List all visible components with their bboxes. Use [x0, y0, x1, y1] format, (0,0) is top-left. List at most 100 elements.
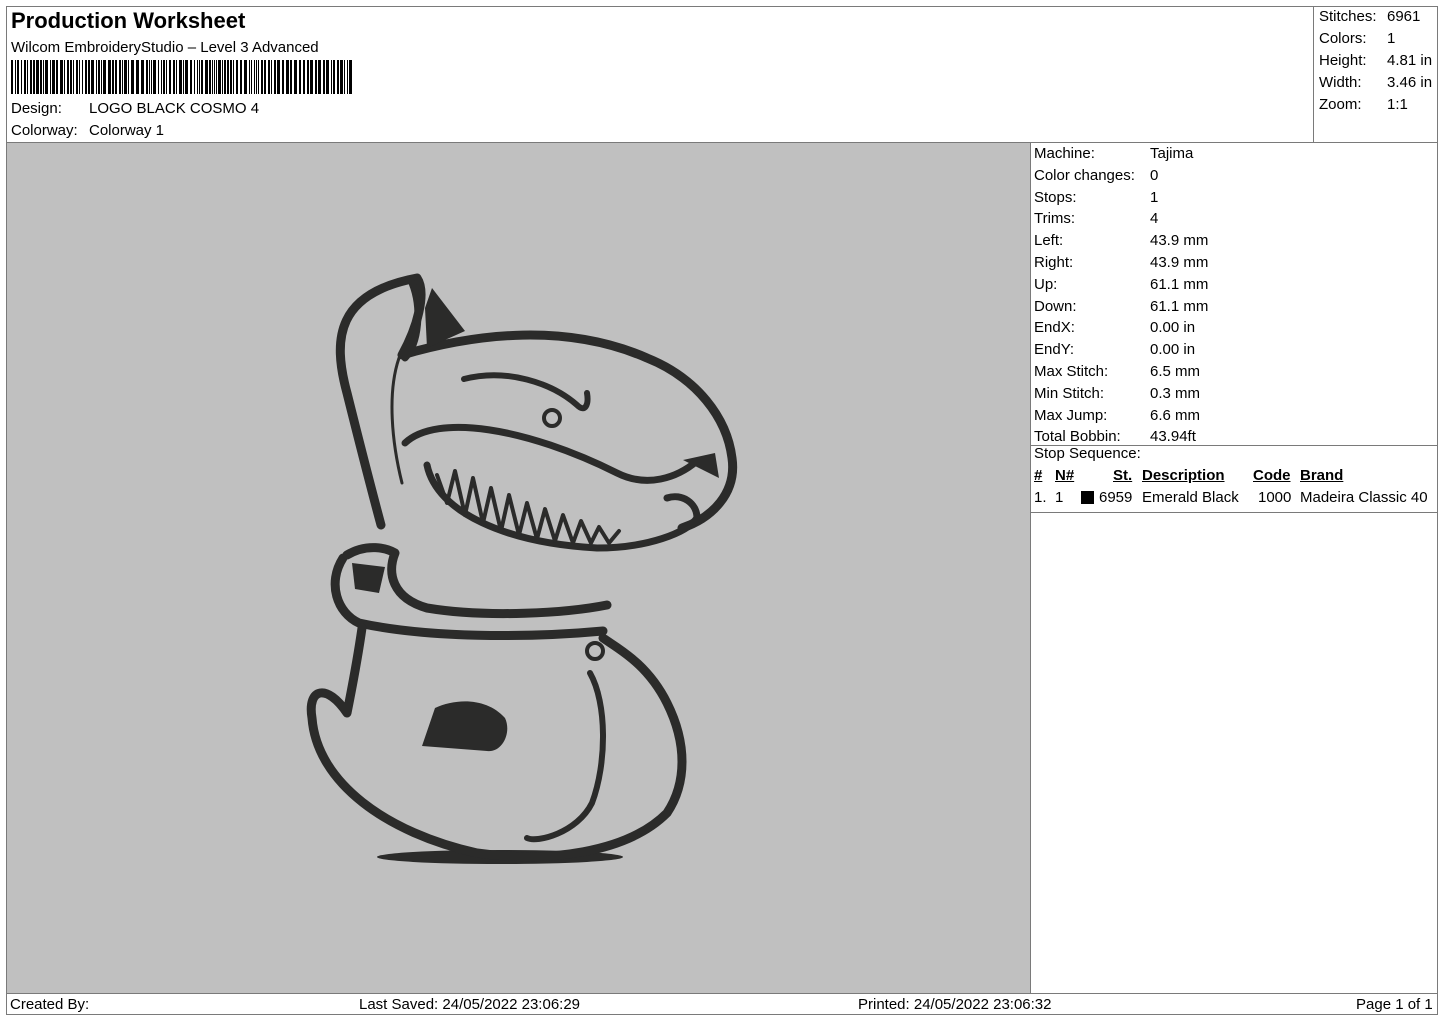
worksheet-header: Production Worksheet Wilcom EmbroiderySt…	[7, 7, 1313, 143]
embroidery-design-image	[306, 273, 738, 864]
detail-row: Total Bobbin: 43.94ft	[1034, 428, 1196, 445]
detail-label: Max Stitch:	[1034, 363, 1109, 380]
detail-label: Min Stitch:	[1034, 384, 1105, 402]
detail-value: 43.9 mm	[1150, 254, 1209, 271]
colors-label: Colors:	[1319, 30, 1367, 47]
collar-back	[342, 543, 612, 619]
detail-row: Min Stitch: 0.3 mm	[1034, 385, 1200, 402]
seq-row-code: 1000	[1258, 489, 1292, 506]
detail-label: EndX:	[1034, 319, 1075, 337]
detail-row: Stops: 1	[1034, 189, 1158, 206]
brow	[461, 372, 591, 412]
seq-row-n: 1	[1055, 489, 1064, 506]
detail-row: Up: 61.1 mm	[1034, 276, 1208, 293]
created-by: Created By:	[10, 996, 90, 1013]
design-row: Design: LOGO BLACK COSMO 4	[11, 100, 259, 117]
worksheet-footer: Created By: Last Saved: 24/05/2022 23:06…	[7, 993, 1437, 1015]
detail-value: 43.94ft	[1150, 428, 1196, 446]
detail-row: Trims: 4	[1034, 210, 1158, 227]
stop-sequence-title: Stop Sequence:	[1034, 445, 1141, 462]
detail-value: 6.5 mm	[1150, 363, 1201, 380]
colors-value: 1	[1387, 30, 1396, 47]
height-row: Height: 4.81 in	[1319, 52, 1432, 69]
height-label: Height:	[1319, 52, 1367, 69]
detail-value: Tajima	[1150, 145, 1194, 162]
detail-row: Max Jump: 6.6 mm	[1034, 407, 1200, 424]
detail-label: Machine:	[1034, 145, 1095, 162]
detail-value: 0.3 mm	[1150, 384, 1201, 402]
seq-header-n: N#	[1055, 467, 1075, 484]
collar-fill	[352, 563, 385, 593]
detail-label: Right:	[1034, 254, 1074, 271]
stitches-value: 6961	[1387, 8, 1421, 25]
detail-label: Total Bobbin:	[1034, 428, 1121, 446]
seq-header-st: St.	[1113, 467, 1133, 484]
belly-line	[524, 670, 606, 843]
head-outline	[335, 273, 738, 533]
detail-value: 61.1 mm	[1150, 297, 1209, 315]
barcode	[11, 60, 352, 94]
seq-row-num: 1.	[1034, 489, 1047, 506]
detail-row: Right: 43.9 mm	[1034, 254, 1208, 271]
width-label: Width:	[1319, 74, 1362, 91]
detail-value: 0	[1150, 166, 1159, 184]
design-preview	[7, 143, 1031, 993]
detail-row: EndY: 0.00 in	[1034, 341, 1195, 358]
colorway-value: Colorway 1	[89, 122, 165, 139]
detail-value: 4	[1150, 210, 1159, 228]
seq-row-brand: Madeira Classic 40	[1300, 489, 1428, 506]
detail-value: 43.9 mm	[1150, 232, 1209, 250]
width-value: 3.46 in	[1387, 74, 1433, 91]
divider	[1031, 512, 1437, 513]
software-subtitle: Wilcom EmbroideryStudio – Level 3 Advanc…	[11, 39, 319, 56]
seq-row-st: 6959	[1099, 489, 1133, 506]
seq-header-num: #	[1034, 467, 1043, 484]
teeth	[435, 469, 621, 545]
detail-value: 0.00 in	[1150, 319, 1196, 337]
stitches-row: Stitches: 6961	[1319, 8, 1420, 25]
detail-label: Trims:	[1034, 210, 1076, 228]
printed-date: Printed: 24/05/2022 23:06:32	[858, 996, 1052, 1013]
seq-header-code: Code	[1253, 467, 1291, 484]
stitches-label: Stitches:	[1319, 8, 1377, 25]
leg-patch	[422, 701, 508, 752]
details-panel: Stop Sequence: # N# St. Description Code…	[1031, 143, 1437, 993]
height-value: 4.81 in	[1387, 52, 1433, 69]
detail-label: Left:	[1034, 232, 1064, 250]
detail-label: EndY:	[1034, 341, 1075, 359]
detail-label: Max Jump:	[1034, 406, 1108, 424]
detail-value: 6.6 mm	[1150, 406, 1201, 424]
design-value: LOGO BLACK COSMO 4	[89, 100, 260, 117]
seq-header-brand: Brand	[1300, 467, 1344, 484]
detail-label: Color changes:	[1034, 166, 1135, 184]
detail-label: Up:	[1034, 275, 1058, 293]
upper-lip	[401, 423, 701, 484]
detail-value: 0.00 in	[1150, 341, 1196, 359]
seq-header-description: Description	[1142, 467, 1225, 484]
detail-row: Left: 43.9 mm	[1034, 232, 1208, 249]
detail-row: Machine: Tajima	[1034, 145, 1193, 162]
zoom-label: Zoom:	[1319, 96, 1362, 113]
design-label: Design:	[11, 100, 62, 117]
page-title: Production Worksheet	[11, 8, 246, 33]
thread-color-swatch	[1081, 491, 1094, 504]
detail-row: Max Stitch: 6.5 mm	[1034, 363, 1200, 380]
detail-label: Down:	[1034, 297, 1077, 315]
colorway-row: Colorway: Colorway 1	[11, 122, 164, 139]
zoom-value: 1:1	[1387, 96, 1408, 113]
colorway-label: Colorway:	[11, 122, 78, 139]
last-saved: Last Saved: 24/05/2022 23:06:29	[359, 996, 581, 1013]
face-inner-line	[390, 356, 404, 485]
colors-row: Colors: 1	[1319, 30, 1395, 47]
summary-box: Stitches: 6961 Colors: 1 Height: 4.81 in Wi…	[1313, 7, 1437, 143]
detail-row: Down: 61.1 mm	[1034, 298, 1208, 315]
production-worksheet: Production Worksheet Wilcom EmbroiderySt…	[6, 6, 1438, 1015]
detail-row: Color changes: 0	[1034, 167, 1158, 184]
page-number: Page 1 of 1	[1356, 996, 1433, 1013]
zoom-row: Zoom: 1:1	[1319, 96, 1408, 113]
width-row: Width: 3.46 in	[1319, 74, 1432, 91]
detail-label: Stops:	[1034, 188, 1077, 206]
detail-value: 61.1 mm	[1150, 275, 1209, 293]
detail-value: 1	[1150, 188, 1159, 206]
collar-tag	[585, 641, 605, 661]
